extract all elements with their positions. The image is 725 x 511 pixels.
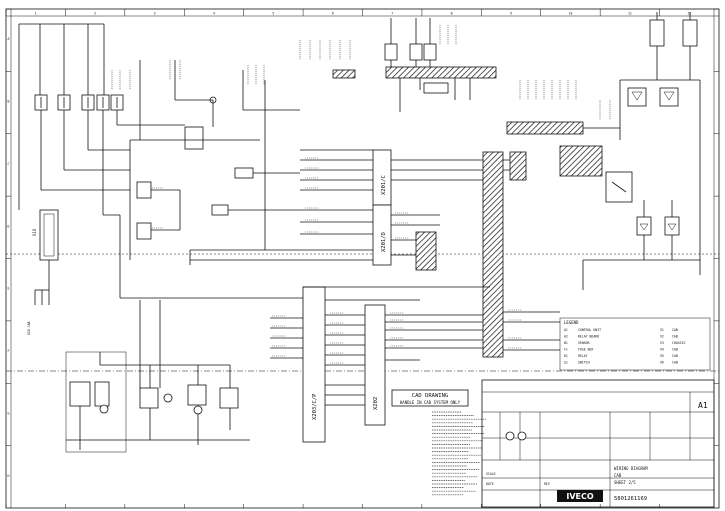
legend-side: CAB [672, 328, 678, 332]
row-marker: C [8, 162, 10, 166]
ecu-block-d [506, 121, 584, 135]
legend-code: F1 [564, 348, 568, 352]
column-marker: 3 [154, 12, 156, 16]
connector-x201c: X201/C X201/D [300, 149, 510, 266]
legend-side: CAB [672, 335, 678, 339]
rev-label: REV [544, 482, 550, 486]
title-line1: WIRING DIAGRAM [614, 466, 648, 471]
fuse-area [18, 23, 185, 216]
legend-panel: LEGEND A1 CONTROL UNIT V1 CAB A2 RELAY BOARD V… [559, 317, 711, 371]
legend-ref: V5 [660, 354, 664, 358]
legend-side: CAB [672, 361, 678, 365]
connector-x203-label: X203/C/P [312, 393, 318, 420]
legend-header: LEGEND [564, 320, 579, 325]
title-line2: CAB [614, 473, 622, 478]
title-line3: SHEET 2/5 [614, 480, 636, 485]
cad-stamp: CAD DRAWING HANDLE IN CAD SYSTEM ONLY [391, 389, 469, 407]
column-marker: 8 [451, 12, 453, 16]
drawing-number: 5801261169 [614, 496, 647, 502]
row-marker: A [8, 37, 10, 41]
ecu-block-c [415, 231, 437, 271]
column-marker: 7 [391, 12, 393, 16]
ecu-block-e [559, 145, 603, 177]
notes-block [432, 411, 486, 496]
row-marker: H [8, 474, 10, 478]
row-markers: A B C D E F G H [6, 8, 719, 478]
legend-ref: V2 [660, 335, 664, 339]
legend-code: A1 [564, 328, 568, 332]
ecu-block-f [385, 66, 497, 79]
column-marker: 10 [569, 12, 573, 16]
left-connector-label: X10 [32, 228, 37, 236]
iveco-logo: IVECO [566, 492, 594, 501]
sheet-id: A1 [698, 401, 708, 410]
legend-code: K1 [564, 354, 568, 358]
lower-left-switches [65, 300, 250, 453]
connector-x201d-label: X201/D [381, 232, 387, 252]
column-markers: 1 2 3 4 5 6 7 8 9 10 11 12 [5, 9, 691, 508]
column-marker: 9 [510, 12, 512, 16]
legend-text: RELAY [578, 354, 588, 358]
legend-text: CONTROL UNIT [578, 328, 601, 332]
legend-code: B1 [564, 341, 568, 345]
left-connector: X10 X10 CAB [27, 209, 59, 335]
row-marker: E [8, 287, 10, 291]
legend-text: SENSOR [578, 341, 590, 345]
relay-group [119, 60, 380, 299]
legend-side: CAB [672, 348, 678, 352]
ecu-block-a [482, 151, 504, 358]
legend-code: S1 [564, 361, 568, 365]
cad-stamp-line1: CAD DRAWING [412, 393, 448, 399]
legend-text: FUSE BOX [578, 348, 593, 352]
ecu-block-b [509, 151, 527, 181]
legend-code: A2 [564, 335, 568, 339]
title-block: A1 WIRING DIAGRAM CAB SHEET 2/5 IVECO 58… [481, 379, 715, 508]
legend-side: CHASSIS [672, 341, 686, 345]
legend-text: RELAY BOARD [578, 335, 599, 339]
column-marker: 12 [687, 12, 691, 16]
legend-ref: V1 [660, 328, 664, 332]
cad-stamp-line2: HANDLE IN CAD SYSTEM ONLY [400, 400, 461, 405]
row-marker: D [8, 224, 10, 228]
row-marker: B [8, 100, 10, 104]
column-marker: 11 [628, 12, 632, 16]
legend-text: SWITCH [578, 361, 590, 365]
legend-ref: V6 [660, 361, 664, 365]
svg-text:X10 CAB: X10 CAB [27, 321, 31, 335]
sheet-frame [5, 8, 720, 509]
column-marker: 2 [94, 12, 96, 16]
scale-label: SCALE [486, 472, 496, 476]
connector-x202-label: X202 [373, 397, 379, 410]
wiring-diagram-sheet: 123456789101112 ABCDEFGH X10 [5, 8, 720, 509]
row-marker: F [8, 349, 10, 353]
date-label: DATE [486, 482, 494, 486]
legend-ref: V4 [660, 348, 664, 352]
connector-x201c-label: X201/C [381, 175, 387, 195]
column-marker: 4 [213, 12, 215, 16]
legend-side: CAB [672, 354, 678, 358]
column-marker: 6 [332, 12, 334, 16]
row-marker: G [8, 411, 10, 415]
column-marker: 5 [272, 12, 274, 16]
top-right-fuses [384, 18, 471, 112]
column-marker: 1 [35, 12, 37, 16]
legend-ref: V3 [660, 341, 664, 345]
ecu-block-g [332, 69, 356, 79]
